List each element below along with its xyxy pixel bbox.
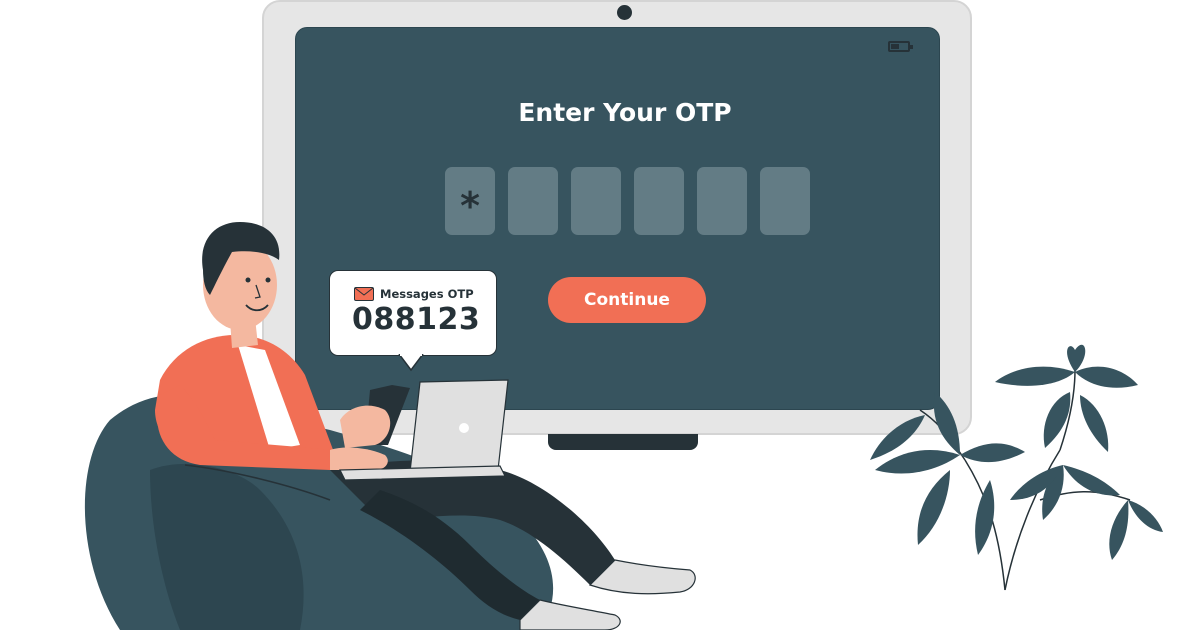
otp-illustration-scene: Enter Your OTP * Continue Messages OTP 0… [0, 0, 1200, 630]
message-header: Messages OTP [354, 285, 474, 303]
otp-code: 088123 [352, 302, 481, 337]
message-bubble-tail [398, 354, 424, 372]
envelope-icon [354, 287, 374, 301]
person-illustration [155, 222, 696, 630]
message-label: Messages OTP [380, 287, 474, 301]
